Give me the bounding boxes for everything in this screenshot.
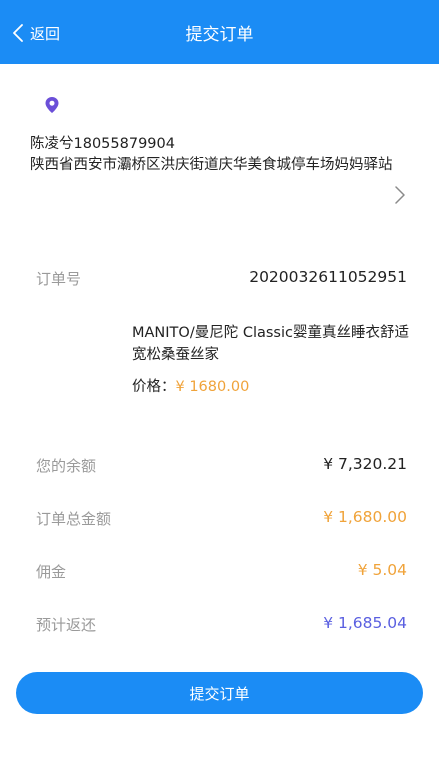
commission-label: 佣金 [36,563,67,581]
page-title: 提交订单 [185,25,254,45]
balance-label: 您的余额 [36,457,97,475]
top-bar: 返回 提交订单 [0,0,439,64]
submit-order-button[interactable]: 提交订单 [16,672,423,714]
order-total-label: 订单总金额 [36,510,112,528]
recipient-address: 陕西省西安市灞桥区洪庆街道庆华美食城停车场妈妈驿站 [30,157,393,173]
location-pin-icon [45,97,59,113]
order-number-label: 订单号 [36,270,82,288]
order-number-value: 2020032611052951 [249,268,407,286]
refund-value: ¥ 1,685.04 [323,614,407,632]
order-total-value: ¥ 1,680.00 [323,508,407,526]
price-row: 价格：¥ 1680.00 [132,375,249,396]
commission-value: ¥ 5.04 [357,561,407,579]
recipient-name-phone: 陈凌兮18055879904 [30,136,175,152]
price-value: ¥ 1680.00 [175,379,250,395]
price-label: 价格： [132,379,176,395]
product-name: MANITO/曼尼陀 Classic婴童真丝睡衣舒适宽松桑蚕丝家 [132,325,409,363]
refund-label: 预计返还 [36,616,97,634]
chevron-right-icon[interactable] [394,186,406,204]
balance-value: ¥ 7,320.21 [323,455,407,473]
